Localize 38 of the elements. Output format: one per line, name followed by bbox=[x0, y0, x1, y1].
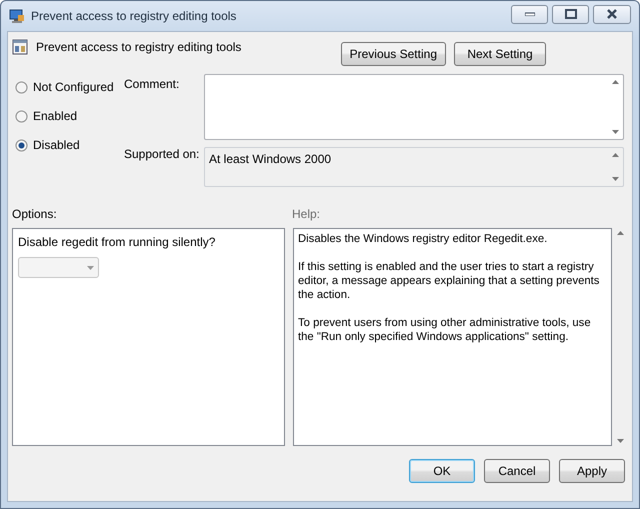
help-label: Help: bbox=[292, 206, 320, 223]
policy-icon bbox=[12, 39, 28, 55]
scroll-down-icon bbox=[616, 439, 624, 443]
caret-icon bbox=[87, 266, 94, 270]
comment-label: Comment: bbox=[124, 76, 180, 93]
supported-label: Supported on: bbox=[124, 146, 200, 163]
help-paragraph: To prevent users from using other administrative tools, use the "Run only specified Windows applications" setting. bbox=[298, 316, 592, 344]
radio-button[interactable] bbox=[15, 80, 28, 94]
scroll-up-icon bbox=[616, 231, 624, 235]
close-icon bbox=[606, 9, 618, 19]
nav-button[interactable]: Previous Setting bbox=[340, 42, 446, 66]
help-paragraph: If this setting is enabled and the user tries to start a registry editor, a message appears explaining that a setting prevents the action. bbox=[298, 260, 600, 302]
radio-label[interactable]: Not Configured bbox=[33, 78, 114, 96]
maximize-icon bbox=[564, 9, 576, 19]
close-button[interactable] bbox=[593, 4, 631, 24]
window-title: Prevent access to registry editing tools bbox=[31, 8, 236, 25]
radio-label[interactable]: Disabled bbox=[33, 136, 80, 154]
policy-title: Prevent access to registry editing tools bbox=[36, 39, 242, 56]
maximize-button[interactable] bbox=[552, 4, 589, 24]
nav-button[interactable]: Next Setting bbox=[454, 42, 546, 66]
dialog-button[interactable]: Cancel bbox=[484, 459, 550, 483]
scroll-down-icon bbox=[612, 130, 618, 134]
radio-label[interactable]: Enabled bbox=[33, 107, 78, 125]
radio-button[interactable] bbox=[15, 138, 28, 152]
computer-icon bbox=[9, 8, 25, 24]
minimize-button[interactable] bbox=[511, 4, 548, 24]
radio-button[interactable] bbox=[15, 110, 28, 122]
dialog-button[interactable]: Apply bbox=[559, 459, 625, 483]
scroll-up-icon bbox=[612, 153, 618, 157]
help-paragraph: Disables the Windows registry editor Regedit.exe. bbox=[298, 232, 548, 246]
comment-field[interactable] bbox=[204, 74, 624, 140]
option-prompt: Disable regedit from running silently? bbox=[18, 235, 216, 249]
minimize-icon bbox=[524, 12, 534, 16]
options-label: Options: bbox=[12, 206, 58, 223]
scroll-down-icon bbox=[612, 177, 618, 181]
dialog-button[interactable]: OK bbox=[409, 459, 475, 483]
scroll-up-icon bbox=[612, 80, 618, 84]
supported-value: At least Windows 2000 bbox=[209, 151, 332, 168]
